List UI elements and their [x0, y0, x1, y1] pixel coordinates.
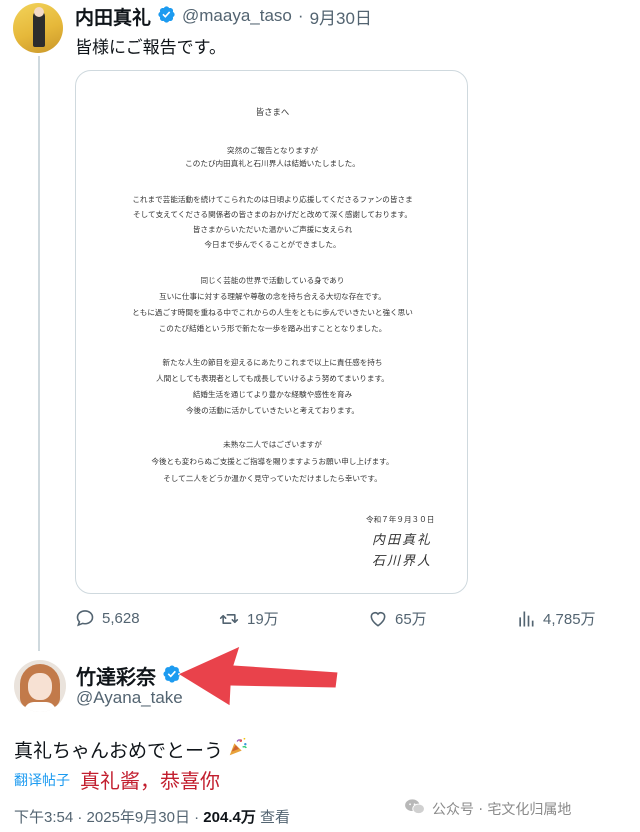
separator-dot: · — [297, 6, 304, 25]
letter-line: 今後とも変わらぬご支援とご指導を賜りますようお願い申し上げます。 — [151, 457, 394, 466]
verified-badge-icon — [157, 5, 176, 28]
letter-salutation: 皆さまへ — [255, 107, 290, 117]
tweet-date[interactable]: 2025年9月30日 — [87, 809, 190, 826]
retweet-button[interactable]: 19万 — [218, 608, 279, 629]
avatar-body — [24, 702, 56, 712]
avatar[interactable] — [14, 660, 66, 712]
watermark-text: 公众号 · 宅文化归属地 — [432, 802, 572, 818]
letter-line: このたび内田真礼と石川界人は結婚いたしました。 — [185, 159, 360, 168]
like-count: 65万 — [395, 611, 427, 628]
avatar[interactable] — [13, 3, 63, 53]
reply-icon — [75, 608, 95, 628]
letter-line: 結婚生活を通じてより豊かな経験や感性を育み — [192, 390, 353, 399]
tweet-action-bar: 5,628 19万 65万 4,785万 — [75, 608, 615, 636]
letter-line: ともに過ごす時間を重ねる中でこれからの人生をともに歩んでいきたいと強く思い — [132, 308, 413, 317]
tweet-date[interactable]: 9月30日 — [310, 4, 372, 29]
analytics-icon — [516, 609, 536, 629]
translation-annotation: 真礼酱，恭喜你 — [80, 769, 220, 793]
letter-line: 未熟な二人ではございますが — [223, 440, 322, 449]
letter-line: そして支えてくださる関係者の皆さまのおかげだと改めて深く感謝しております。 — [133, 210, 412, 219]
user-handle[interactable]: @maaya_taso — [182, 6, 292, 26]
letter-line: このたび結婚という形で新たな一歩を踏み出すこととなりました。 — [158, 324, 387, 333]
reply-button[interactable]: 5,628 — [75, 608, 140, 628]
letter-line: 新たな人生の節目を迎えるにあたりこれまで以上に責任感を持ち — [162, 358, 383, 367]
thread-connector-line — [38, 56, 40, 651]
watermark: 公众号 · 宅文化归属地 — [404, 798, 571, 820]
view-count: 204.4万 — [203, 809, 256, 826]
letter-signature: 石川界人 — [372, 554, 433, 569]
retweet-count: 19万 — [247, 611, 279, 628]
translate-post-link[interactable]: 翻译帖子 — [14, 770, 70, 790]
announcement-letter: 皆さまへ 突然のご報告となりますが このたび内田真礼と石川界人は結婚いたしました… — [76, 71, 467, 593]
party-popper-icon — [227, 736, 249, 763]
letter-line: そして二人をどうか温かく見守っていただけましたら幸いです。 — [163, 474, 382, 483]
letter-date: 令和７年９月３０日 — [366, 515, 435, 524]
tweet-metadata: 下午3:54 · 2025年9月30日 · 204.4万 查看 — [14, 806, 290, 827]
avatar-face — [28, 673, 52, 700]
letter-line: 突然のご報告となりますが — [227, 146, 318, 155]
views-label: 查看 — [260, 809, 291, 826]
letter-line: 人間としても表現者としても成長していけるよう努めてまいります。 — [156, 374, 389, 383]
reply-count: 5,628 — [102, 609, 140, 627]
red-arrow-annotation — [178, 645, 339, 707]
tweet-header: 竹達彩奈 — [76, 661, 182, 690]
heart-icon — [368, 609, 388, 629]
like-button[interactable]: 65万 — [368, 608, 427, 629]
wechat-icon — [404, 798, 426, 820]
tweet-text: 皆様にご報告です。 — [75, 38, 226, 58]
letter-line: 皆さまからいただいた温かいご声援に支えられ — [192, 225, 353, 234]
letter-line: 今後の活動に活かしていきたいと考えております。 — [185, 406, 360, 415]
letter-signature: 内田真礼 — [372, 533, 433, 548]
view-count: 4,785万 — [543, 611, 596, 628]
avatar-head — [34, 7, 44, 17]
display-name[interactable]: 竹達彩奈 — [76, 661, 156, 690]
tweet-time[interactable]: 下午3:54 — [14, 809, 73, 826]
attached-image[interactable]: 皆さまへ 突然のご報告となりますが このたび内田真礼と石川界人は結婚いたしました… — [75, 70, 468, 594]
translation-row: 翻译帖子 真礼酱，恭喜你 — [14, 765, 220, 794]
separator-dot: · — [77, 809, 83, 826]
views-button[interactable]: 4,785万 — [516, 608, 596, 629]
letter-line: 今日まで歩んでくることができました。 — [204, 240, 341, 249]
tweet-text-content: 真礼ちゃんおめでとーう — [14, 740, 224, 762]
letter-line: 同じく芸能の世界で活動している身であり — [200, 276, 345, 285]
retweet-icon — [218, 609, 240, 629]
tweet-header: 内田真礼 @maaya_taso · 9月30日 — [75, 3, 372, 29]
user-handle[interactable]: @Ayana_take — [76, 688, 183, 708]
separator-dot: · — [194, 809, 200, 826]
tweet-text: 真礼ちゃんおめでとーう — [14, 736, 249, 763]
letter-line: これまで芸能活動を続けてこられたのは日頃より応援してくださるファンの皆さま — [132, 195, 413, 204]
display-name[interactable]: 内田真礼 — [75, 3, 151, 30]
letter-line: 互いに仕事に対する理解や尊敬の念を持ち合える大切な存在です。 — [159, 292, 386, 301]
